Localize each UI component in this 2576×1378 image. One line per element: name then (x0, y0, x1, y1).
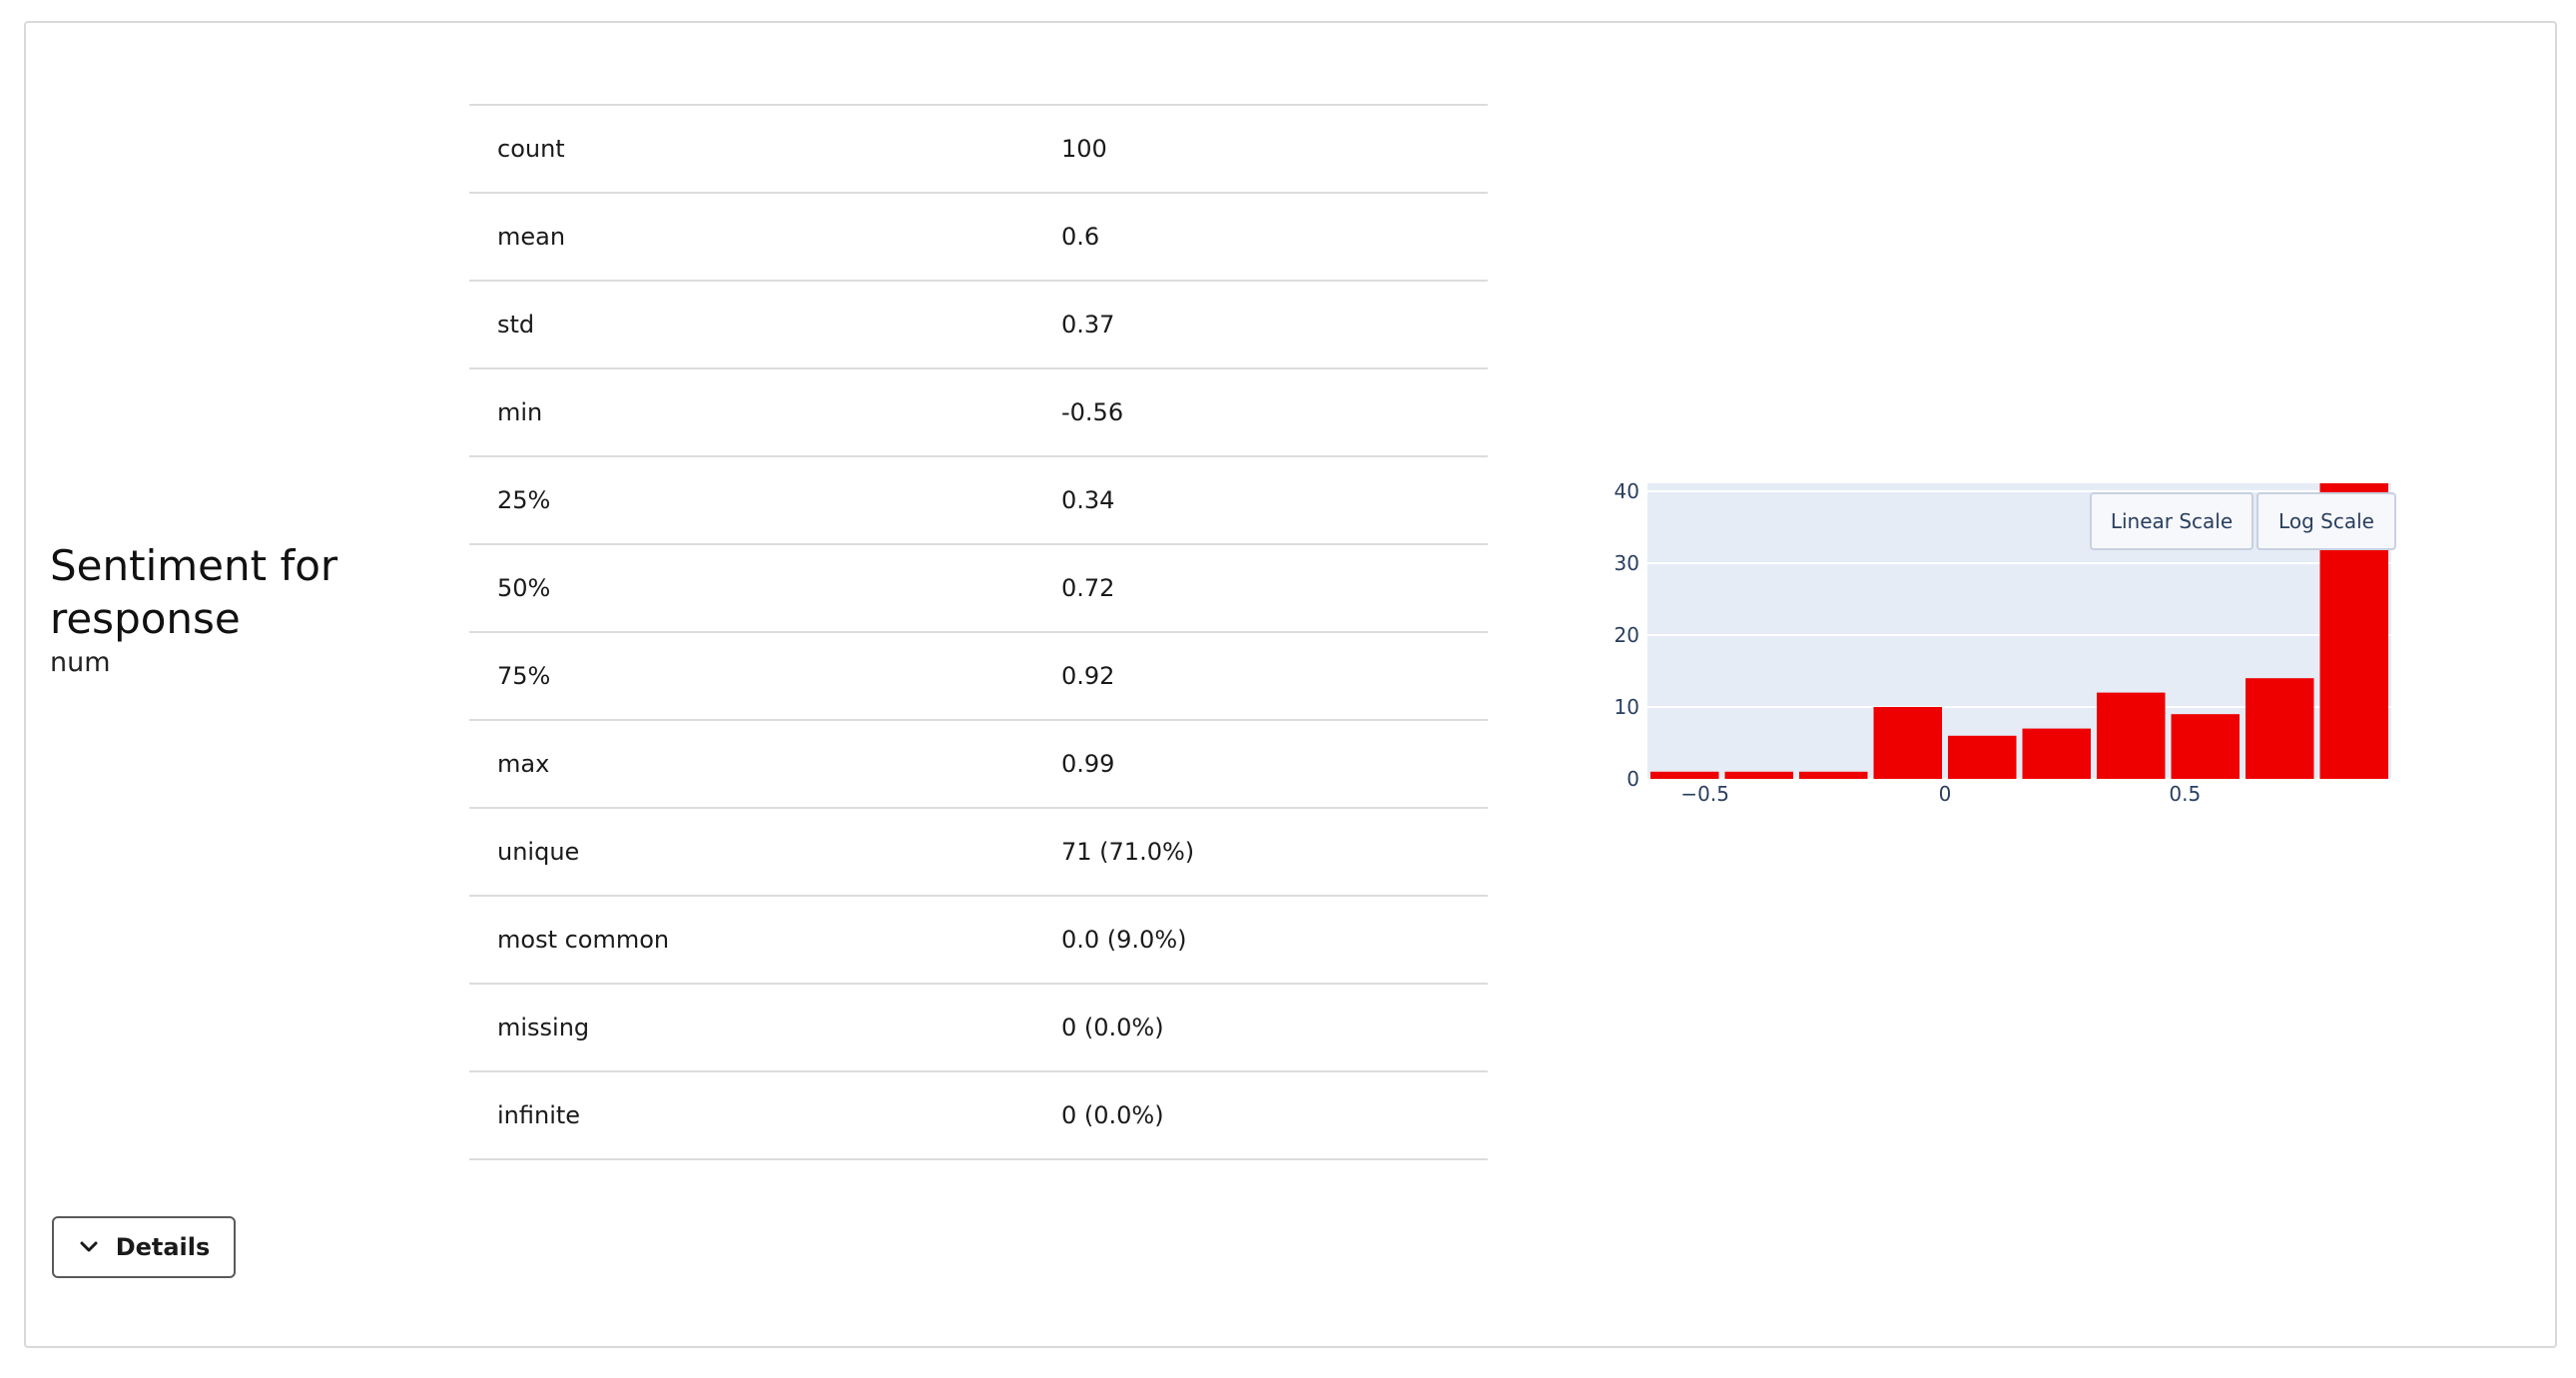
stat-value: 0 (0.0%) (1033, 1070, 1488, 1160)
stat-label: count (469, 104, 1033, 193)
stat-value: 0.99 (1033, 719, 1488, 808)
stats-row: 50% 0.72 (469, 543, 1488, 632)
stat-value: 0.72 (1033, 543, 1488, 632)
histogram-bar (1724, 771, 1793, 779)
y-tick-label: 0 (1626, 767, 1639, 791)
details-label: Details (115, 1233, 211, 1261)
stat-label: infinite (469, 1070, 1033, 1160)
column-title: Sentiment for response (50, 541, 338, 643)
stat-value: 0.6 (1033, 192, 1488, 281)
linear-scale-button[interactable]: Linear Scale (2090, 492, 2254, 550)
stat-label: missing (469, 983, 1033, 1071)
stat-value: 0.34 (1033, 455, 1488, 544)
log-scale-button[interactable]: Log Scale (2256, 492, 2396, 550)
y-tick-label: 30 (1614, 551, 1639, 575)
stats-row: unique 71 (71.0%) (469, 807, 1488, 896)
stat-label: unique (469, 807, 1033, 896)
stat-label: 25% (469, 455, 1033, 544)
histogram-chart: 0 10 20 30 40 −0.5 0 0.5 Linear Scale Log Scale (1598, 469, 2416, 829)
column-header: Sentiment for response num (50, 539, 389, 678)
stat-value: 0.92 (1033, 631, 1488, 720)
stat-value: 0.0 (9.0%) (1033, 895, 1488, 984)
stats-row: 75% 0.92 (469, 631, 1488, 720)
stat-label: min (469, 367, 1033, 456)
stat-label: 75% (469, 631, 1033, 720)
stat-label: most common (469, 895, 1033, 984)
x-tick-label: −0.5 (1680, 782, 1729, 806)
stat-value: 71 (71.0%) (1033, 807, 1488, 896)
stat-label: mean (469, 192, 1033, 281)
stats-row: std 0.37 (469, 280, 1488, 368)
stat-label: 50% (469, 543, 1033, 632)
stats-row: 25% 0.34 (469, 455, 1488, 544)
histogram-bar (1948, 735, 2017, 779)
column-dtype: num (50, 647, 111, 678)
stats-row: min -0.56 (469, 367, 1488, 456)
stats-row: max 0.99 (469, 719, 1488, 808)
stat-value: 100 (1033, 104, 1488, 193)
histogram-bar (2022, 728, 2091, 779)
chevron-down-icon (80, 1241, 98, 1252)
y-tick-label: 10 (1614, 695, 1639, 719)
y-tick-label: 20 (1614, 623, 1639, 647)
x-tick-label: 0 (1939, 782, 1952, 806)
x-tick-label: 0.5 (2169, 782, 2201, 806)
stat-value: -0.56 (1033, 367, 1488, 456)
histogram-bar (2097, 692, 2166, 779)
histogram-bar (1799, 771, 1868, 779)
stat-value: 0 (0.0%) (1033, 983, 1488, 1071)
stat-value: 0.37 (1033, 280, 1488, 368)
histogram-bar (1873, 707, 1942, 779)
stat-label: std (469, 280, 1033, 368)
histogram-bar (1650, 771, 1719, 779)
stats-row: infinite 0 (0.0%) (469, 1070, 1488, 1160)
stats-row: count 100 (469, 104, 1488, 193)
histogram-bar (2246, 678, 2314, 779)
histogram-bar (2171, 714, 2240, 779)
y-tick-label: 40 (1614, 479, 1639, 503)
stats-row: most common 0.0 (9.0%) (469, 895, 1488, 984)
stats-table: count 100 mean 0.6 std 0.37 min -0.56 25% 0.34 50%… (469, 104, 1488, 1160)
stat-label: max (469, 719, 1033, 808)
stats-row: mean 0.6 (469, 192, 1488, 281)
stats-row: missing 0 (0.0%) (469, 983, 1488, 1071)
details-button[interactable]: Details (52, 1216, 236, 1278)
